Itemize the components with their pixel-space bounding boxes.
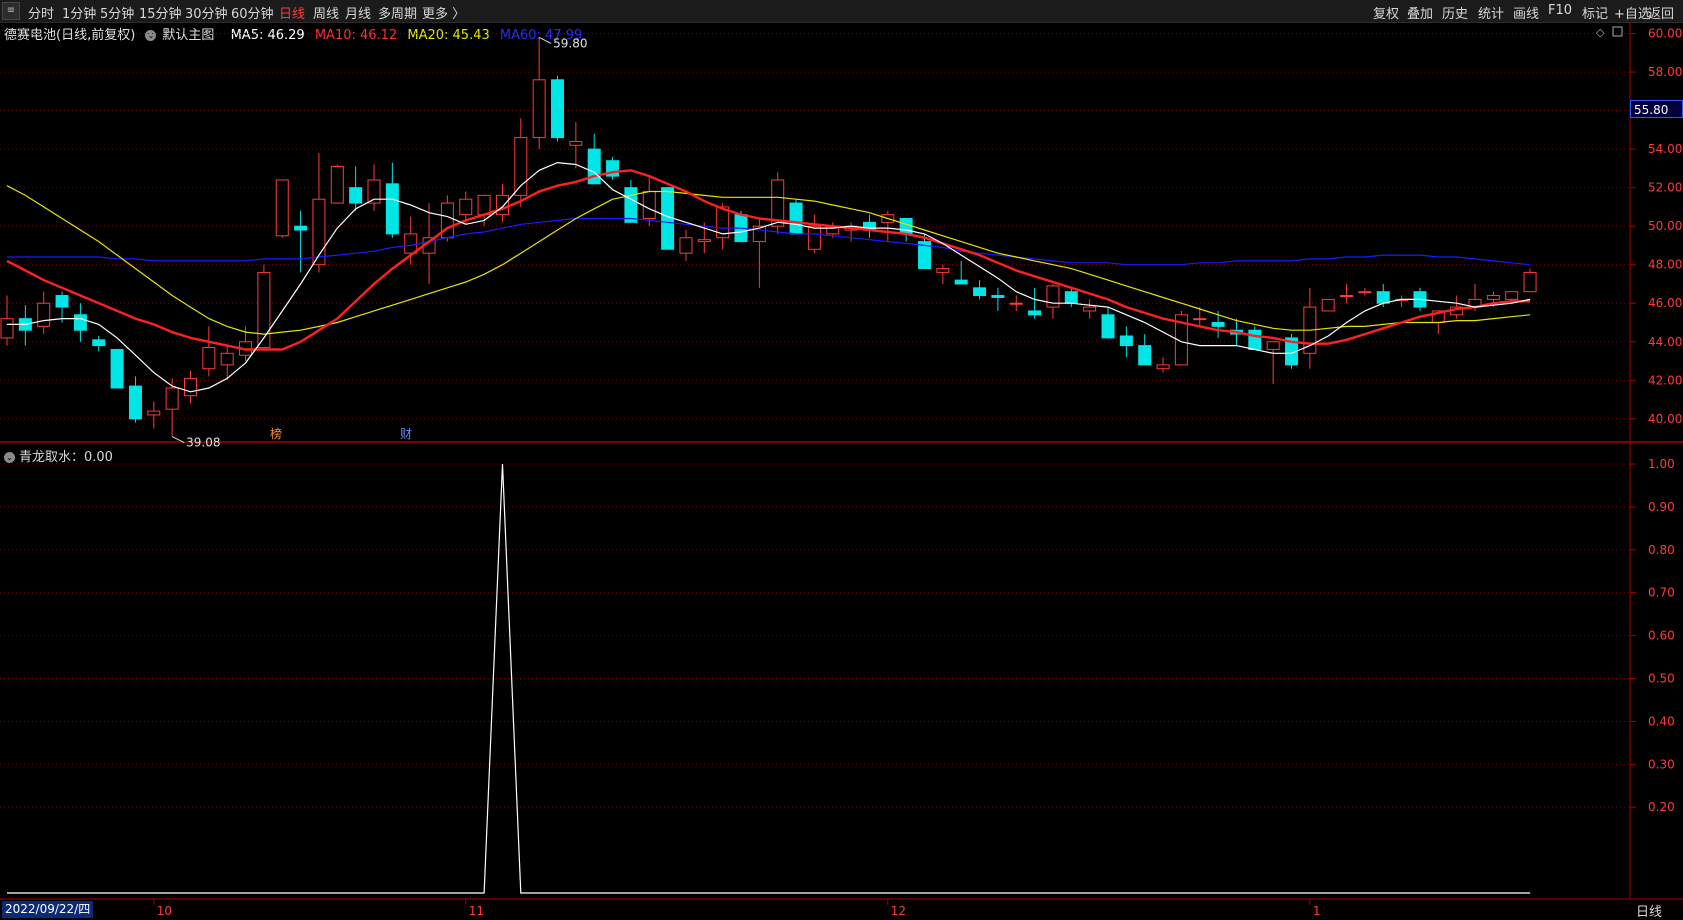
candle-body-down xyxy=(1028,310,1042,316)
candle-body-down xyxy=(1119,335,1133,347)
candle-body-down xyxy=(385,183,399,235)
candle-body-up xyxy=(532,79,546,139)
candle-body-up xyxy=(257,271,271,349)
candle-body-up xyxy=(807,225,821,250)
extreme-label: 39.08 xyxy=(186,436,220,450)
candle-body-up xyxy=(202,347,216,370)
candle-body-up xyxy=(147,410,161,416)
candle-body-up xyxy=(514,137,528,196)
candle-body-up xyxy=(697,239,711,243)
candle-body-up xyxy=(0,318,14,339)
candle-body-down xyxy=(1248,329,1262,350)
candle-body-up xyxy=(1266,341,1280,350)
current-price-tag: 55.80 xyxy=(1630,100,1683,118)
candle-body-up xyxy=(642,191,656,219)
candle-body-up xyxy=(275,179,289,237)
candle-body-down xyxy=(55,295,69,308)
price-tick-label: 60.00 xyxy=(1648,27,1682,41)
candle-body-up xyxy=(1505,291,1519,300)
price-tick-label: 44.00 xyxy=(1648,335,1682,349)
candle-body-up xyxy=(679,237,693,254)
indicator-tick-label: 0.50 xyxy=(1648,672,1675,686)
candle-body-up xyxy=(184,377,197,397)
candle-body-down xyxy=(1101,314,1115,339)
candle-body-down xyxy=(1211,321,1225,327)
candle-body-up xyxy=(1009,302,1023,305)
time-tick-label: 1 xyxy=(1313,904,1321,918)
candle-body-down xyxy=(973,287,987,297)
extreme-pointer xyxy=(538,36,552,44)
candle-body-up xyxy=(220,352,234,366)
candle-body-down xyxy=(92,339,106,347)
candle-body-down xyxy=(73,314,87,331)
candle-body-up xyxy=(1486,295,1500,300)
candle-body-up xyxy=(936,268,950,273)
indicator-tick-label: 0.70 xyxy=(1648,586,1675,600)
price-tick-label: 52.00 xyxy=(1648,181,1682,195)
price-tick-label: 50.00 xyxy=(1648,219,1682,233)
indicator-tick-label: 0.80 xyxy=(1648,543,1675,557)
candle-body-down xyxy=(294,225,308,231)
candle-body-up xyxy=(569,140,583,146)
time-tick-label: 10 xyxy=(157,904,172,918)
cursor-date: 2022/09/22/四 xyxy=(2,901,94,918)
time-tick-label: 11 xyxy=(469,904,484,918)
candle-body-up xyxy=(165,387,179,410)
price-tick-label: 58.00 xyxy=(1648,65,1682,79)
candle-body-down xyxy=(624,187,638,223)
candle-body-down xyxy=(128,385,142,420)
window-icon xyxy=(1612,26,1623,37)
candle-body-up xyxy=(1321,298,1335,312)
candle-body-down xyxy=(991,295,1005,298)
price-tick-label: 42.00 xyxy=(1648,373,1682,387)
candle-body-down xyxy=(551,79,564,139)
price-tick-label: 40.00 xyxy=(1648,412,1682,426)
candle-body-up xyxy=(330,165,344,204)
candle-body-up xyxy=(477,194,491,216)
candle-body-up xyxy=(1523,271,1537,293)
price-tick-label: 46.00 xyxy=(1648,296,1682,310)
kline-chart[interactable]: 40.00 42.00 44.00 46.00 48.00 50.00 52.00 54.00… xyxy=(0,0,1683,920)
indicator-tick-label: 0.20 xyxy=(1648,800,1675,814)
candle-body-up xyxy=(495,194,509,216)
candle-body-down xyxy=(954,279,968,285)
event-marker-rank: 榜 xyxy=(270,426,282,441)
candle-body-down xyxy=(1064,291,1078,304)
extreme-label: 59.80 xyxy=(553,36,587,50)
candle-body-up xyxy=(1083,306,1097,312)
candle-body-up xyxy=(1046,285,1060,308)
event-marker-finance: 财 xyxy=(400,427,412,441)
candle-body-up xyxy=(459,198,473,216)
candle-body-up xyxy=(1340,295,1354,298)
candle-body-down xyxy=(110,348,124,389)
indicator-tick-label: 1.00 xyxy=(1648,457,1675,471)
bottom-period-label[interactable]: 日线 xyxy=(1636,901,1662,920)
price-tick-label: 54.00 xyxy=(1648,142,1682,156)
candle-body-down xyxy=(1138,345,1152,366)
indicator-tick-label: 0.40 xyxy=(1648,714,1675,728)
candle-body-down xyxy=(349,187,363,204)
indicator-tick-label: 0.30 xyxy=(1648,757,1675,771)
candle-body-up xyxy=(37,302,51,327)
diamond-icon: ◇ xyxy=(1596,26,1605,39)
candle-body-up xyxy=(1193,318,1207,321)
candle-body-up xyxy=(1358,291,1372,294)
candle-body-down xyxy=(1376,291,1390,304)
candle-body-down xyxy=(789,202,803,235)
indicator-tick-label: 0.60 xyxy=(1648,629,1675,643)
indicator-tick-label: 0.90 xyxy=(1648,500,1675,514)
candle-body-up xyxy=(404,233,418,254)
price-tick-label: 48.00 xyxy=(1648,258,1682,272)
time-tick-label: 12 xyxy=(891,904,906,918)
candle-body-up xyxy=(1156,364,1170,370)
